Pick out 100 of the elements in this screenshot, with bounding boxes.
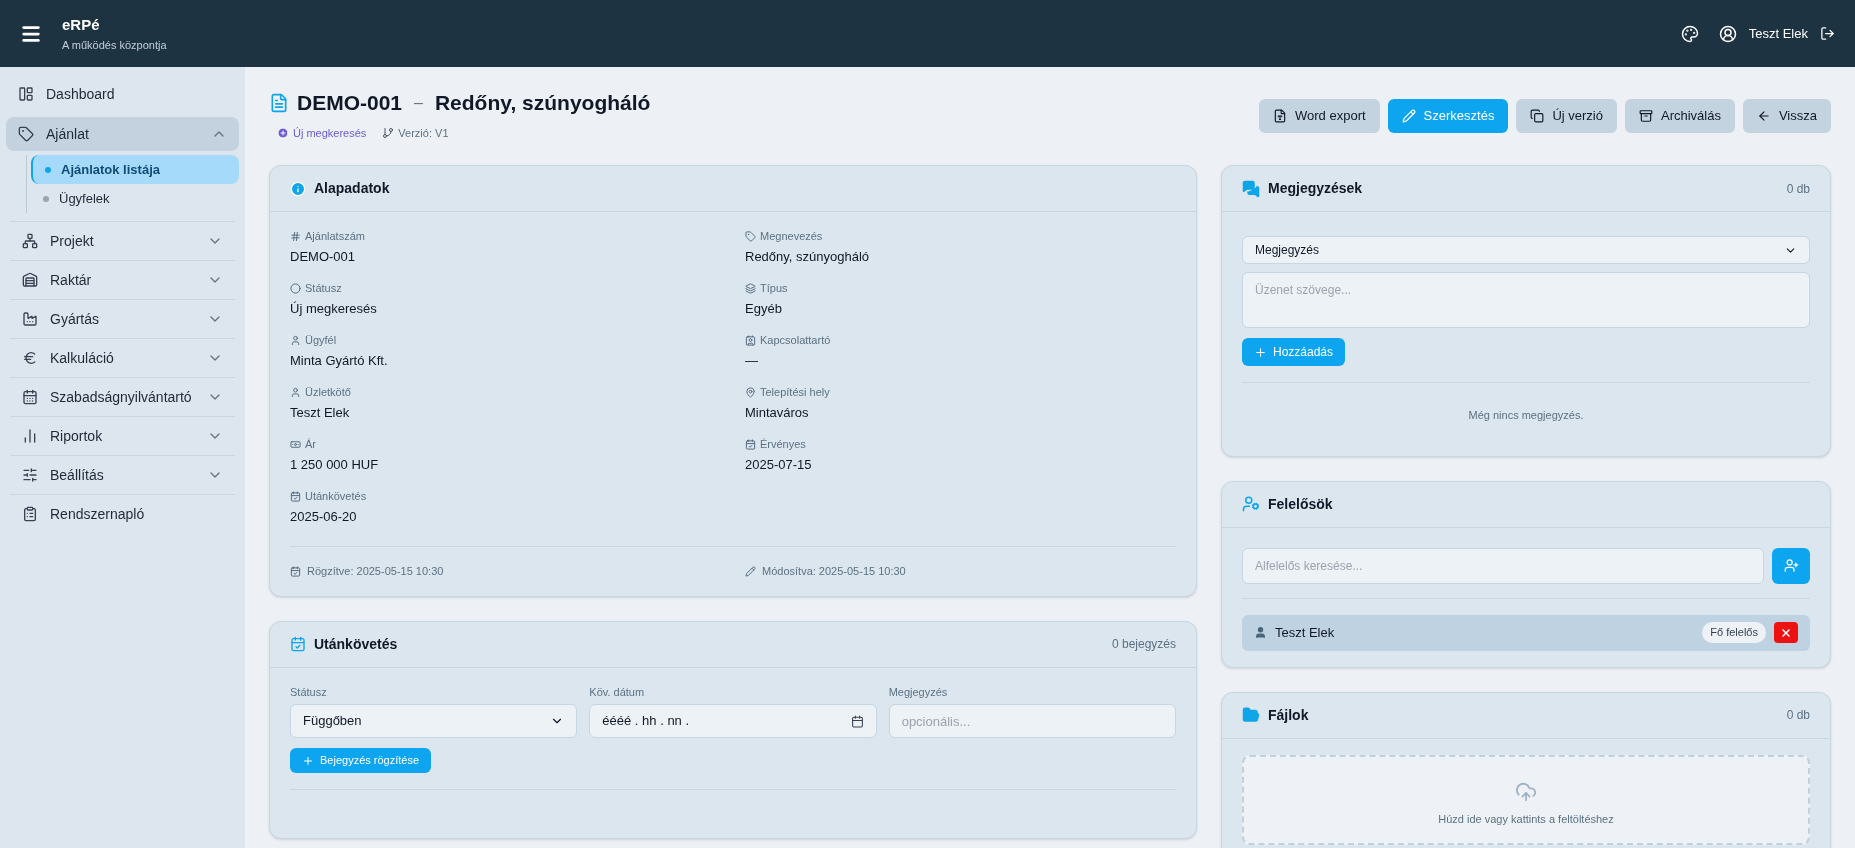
nav-item[interactable]: Szabadságnyilvántartó bbox=[10, 380, 235, 414]
modified-timestamp: Módosítva: 2025-05-15 10:30 bbox=[762, 564, 906, 579]
document-icon bbox=[1273, 109, 1287, 123]
pencil-icon bbox=[1401, 109, 1416, 123]
created-timestamp: Rögzítve: 2025-05-15 10:30 bbox=[307, 564, 444, 579]
field-label: Típus bbox=[760, 281, 788, 296]
empty-message: Még nincs megjegyzés. bbox=[1467, 408, 1585, 423]
copy-icon bbox=[1530, 109, 1545, 123]
status-select[interactable]: Függőben bbox=[290, 704, 578, 738]
message-textarea[interactable]: Üzenet szövege... bbox=[1242, 272, 1810, 328]
calendar-icon bbox=[850, 714, 864, 728]
nav-item[interactable]: Gyártás bbox=[10, 302, 235, 336]
toolbar-button[interactable]: Új verzió bbox=[1516, 99, 1617, 133]
page-title: Redőny, szúnyogháló bbox=[434, 90, 651, 116]
field-value: DEMO-001 bbox=[290, 247, 357, 266]
nav-item[interactable]: Ajánlat bbox=[6, 117, 239, 151]
card-title: Fájlok bbox=[1268, 705, 1309, 725]
field-value: — bbox=[745, 351, 759, 370]
status-label: Új megkeresés bbox=[293, 125, 367, 141]
nav-item[interactable]: Dashboard bbox=[6, 77, 239, 111]
app-name: eRPé bbox=[62, 15, 101, 35]
field-label: Státusz bbox=[290, 684, 328, 700]
remove-button[interactable] bbox=[1774, 622, 1798, 643]
field-value: Egyéb bbox=[745, 299, 783, 318]
toolbar-button[interactable]: Archiválás bbox=[1624, 99, 1735, 133]
branch-icon bbox=[382, 126, 395, 139]
euro-icon bbox=[22, 350, 38, 366]
contact-card-icon bbox=[745, 334, 756, 346]
user-plus-icon bbox=[1783, 558, 1799, 573]
user-icon bbox=[290, 334, 301, 346]
clipboard-icon bbox=[22, 506, 38, 522]
card-title: Megjegyzések bbox=[1268, 179, 1363, 198]
nav-item[interactable]: Riportok bbox=[10, 419, 235, 453]
bar-chart-icon bbox=[22, 428, 38, 444]
comment-type-select[interactable]: Megjegyzés bbox=[1242, 236, 1810, 264]
field-value: 1 250 000 HUF bbox=[290, 455, 380, 474]
nav-subitem[interactable]: Ajánlatok listája bbox=[31, 155, 239, 184]
card-title: Felelősök bbox=[1268, 494, 1333, 514]
nav-item[interactable]: Raktár bbox=[10, 263, 235, 297]
date-field[interactable]: éééé . hh . nn . bbox=[589, 704, 877, 738]
calendar-icon bbox=[22, 389, 38, 405]
network-icon bbox=[22, 233, 38, 249]
card-title: Utánkövetés bbox=[314, 634, 398, 654]
field-label: Ügyfél bbox=[305, 333, 337, 348]
upload-dropzone[interactable]: Húzd ide vagy kattints a feltöltéshez bbox=[1242, 754, 1810, 845]
nav-item[interactable]: Projekt bbox=[10, 224, 235, 258]
tag-icon bbox=[18, 126, 34, 142]
field-value: Teszt Elek bbox=[290, 403, 351, 422]
toolbar-button[interactable]: Vissza bbox=[1742, 99, 1831, 133]
user-name[interactable]: Teszt Elek bbox=[1748, 23, 1808, 44]
sliders-icon bbox=[22, 467, 38, 483]
field-label: Ajánlatszám bbox=[305, 229, 365, 244]
calendar-icon bbox=[290, 490, 301, 502]
cloud-upload-icon bbox=[1515, 780, 1537, 803]
field-value: Mintaváros bbox=[745, 403, 810, 422]
palette-icon[interactable] bbox=[1680, 24, 1699, 43]
field-label: Státusz bbox=[305, 281, 342, 296]
person-name: Teszt Elek bbox=[1275, 623, 1336, 642]
count-label: 0 db bbox=[1786, 707, 1810, 724]
field-value: Minta Gyártó Kft. bbox=[290, 351, 389, 370]
plus-icon bbox=[1254, 345, 1267, 359]
toolbar-button[interactable]: Word export bbox=[1259, 99, 1380, 133]
search-field[interactable]: Alfelelős keresése... bbox=[1242, 547, 1764, 584]
field-label: Kapcsolattartó bbox=[760, 333, 831, 348]
calendar-check-icon bbox=[290, 636, 306, 652]
field-value: Redőny, szúnyogháló bbox=[745, 247, 871, 266]
title-separator: – bbox=[414, 92, 423, 113]
dropzone-text: Húzd ide vagy kattints a feltöltéshez bbox=[1438, 811, 1614, 827]
map-pin-icon bbox=[745, 386, 756, 398]
pencil-icon bbox=[745, 565, 756, 577]
calendar-icon bbox=[290, 565, 301, 577]
panel-icon bbox=[18, 86, 34, 102]
card-title: Alapadatok bbox=[314, 179, 390, 198]
layers-icon bbox=[745, 282, 756, 294]
document-icon bbox=[269, 92, 289, 113]
field-label: Érvényes bbox=[760, 437, 806, 452]
user-avatar-icon bbox=[1718, 24, 1737, 43]
archive-icon bbox=[1638, 109, 1653, 123]
nav-subitem[interactable]: Ügyfelek bbox=[31, 184, 239, 213]
field-label: Megnevezés bbox=[760, 229, 823, 244]
nav-item[interactable]: Beállítás bbox=[10, 458, 235, 492]
user-icon bbox=[290, 386, 301, 398]
field-label: Megjegyzés bbox=[888, 684, 949, 700]
role-badge: Fő felelős bbox=[1702, 622, 1766, 643]
close-icon bbox=[1780, 626, 1792, 639]
field-value: 2025-07-15 bbox=[745, 455, 813, 474]
chat-bubbles-icon bbox=[1242, 179, 1260, 198]
circle-icon bbox=[290, 282, 301, 294]
field-label: Ár bbox=[305, 437, 316, 452]
nav-item[interactable]: Rendszernapló bbox=[10, 497, 235, 531]
logout-icon[interactable] bbox=[1820, 26, 1835, 41]
hash-icon bbox=[290, 230, 301, 242]
user-gear-icon bbox=[1242, 495, 1260, 513]
calendar-icon bbox=[745, 438, 756, 450]
nav-item[interactable]: Kalkuláció bbox=[10, 341, 235, 375]
version-label: Verzió: V1 bbox=[398, 125, 449, 141]
plus-icon bbox=[302, 754, 314, 767]
app-tagline: A működés központja bbox=[62, 37, 167, 53]
note-input[interactable]: opcionális... bbox=[888, 704, 1176, 738]
field-value: 2025-06-20 bbox=[290, 507, 358, 526]
